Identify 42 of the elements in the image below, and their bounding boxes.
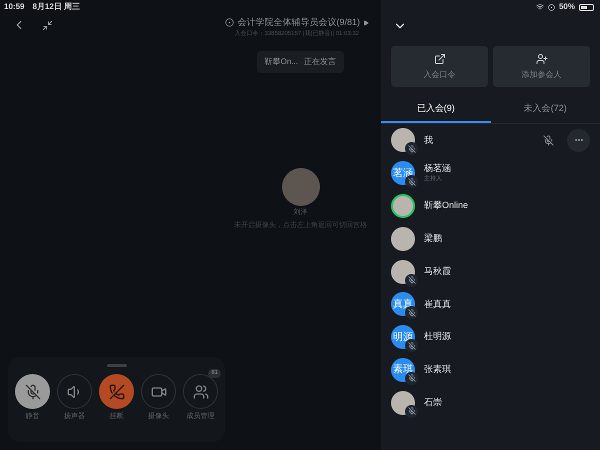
status-date: 8月12日 周三 bbox=[32, 1, 80, 13]
status-time: 10:59 bbox=[4, 1, 24, 13]
participant-row[interactable]: 靳攀Online bbox=[381, 190, 600, 222]
expand-handle[interactable] bbox=[106, 364, 126, 367]
minimize-icon bbox=[42, 20, 53, 30]
record-icon bbox=[225, 18, 234, 28]
tab[interactable]: 未入会(72) bbox=[490, 97, 600, 123]
participant-name: 杨茗涵 bbox=[424, 162, 452, 175]
participant-name: 崔真真 bbox=[424, 298, 452, 311]
participant-name: 靳攀Online bbox=[424, 199, 470, 212]
participant-name: 石崇 bbox=[424, 396, 443, 410]
hang-up-icon bbox=[108, 384, 124, 400]
add-person-icon bbox=[536, 52, 548, 64]
share-button[interactable]: 入会口令 bbox=[391, 46, 488, 87]
speaker-name: 靳攀On... bbox=[264, 56, 298, 68]
participant-name: 杜明源 bbox=[424, 330, 452, 344]
avatar-photo-placeholder bbox=[282, 168, 320, 206]
mute-button[interactable] bbox=[15, 374, 50, 409]
mic-off-icon[interactable] bbox=[543, 134, 554, 146]
participant-row[interactable]: 马秋霞 bbox=[381, 255, 600, 288]
participant-row[interactable]: 素琪 张素琪 bbox=[381, 354, 600, 386]
wifi-icon bbox=[536, 3, 544, 11]
play-arrow-icon bbox=[363, 20, 369, 26]
participant-row[interactable]: 梁鹏 bbox=[381, 222, 600, 256]
people-icon bbox=[192, 384, 208, 400]
share-icon bbox=[434, 52, 446, 64]
mic-off-icon bbox=[24, 384, 40, 400]
tab[interactable]: 已入会(9) bbox=[381, 97, 490, 123]
battery-percent: 50% bbox=[558, 1, 575, 13]
participant-row[interactable]: 我 bbox=[381, 124, 600, 157]
camera-button[interactable] bbox=[141, 374, 176, 409]
participant-name: 张素琪 bbox=[424, 363, 452, 376]
hangup-button[interactable] bbox=[99, 374, 134, 409]
battery-icon bbox=[579, 4, 594, 10]
add-person-button[interactable]: 添加参会人 bbox=[493, 46, 590, 87]
speaking-status: 正在发言 bbox=[304, 56, 336, 68]
participant-name: 马秋霞 bbox=[424, 264, 452, 278]
speaker-button[interactable] bbox=[57, 374, 92, 409]
participant-name: 我 bbox=[424, 134, 434, 147]
participant-name: 梁鹏 bbox=[424, 232, 443, 246]
meeting-title[interactable]: 会计学院全体辅导员会议(9/81) bbox=[237, 16, 360, 30]
participant-row[interactable]: 石崇 bbox=[381, 386, 600, 420]
